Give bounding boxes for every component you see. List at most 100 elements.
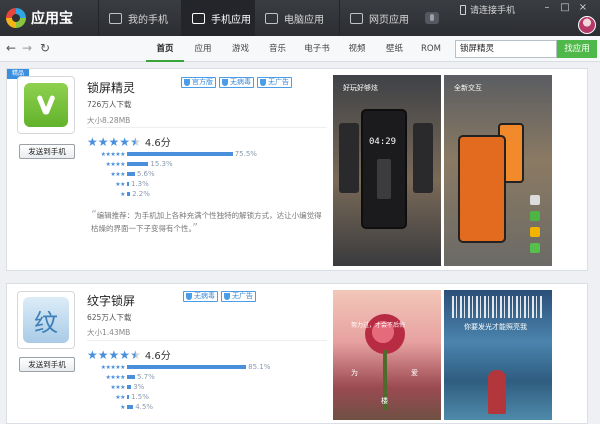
distribution-bar — [127, 405, 134, 409]
app-icon-frame[interactable]: 纹 — [17, 291, 75, 349]
tab-apps[interactable]: 应用 — [184, 36, 222, 62]
row-stars-icon: ★ — [120, 403, 125, 411]
app-logo[interactable]: 应用宝 — [6, 7, 73, 29]
screenshot-caption: 全新交互 — [454, 84, 482, 92]
star-icon: ★ — [108, 134, 120, 149]
editor-review: “编辑推荐：为手机加上各种充满个性独特的解锁方式，达让小编觉得枯燥的界面一下子变… — [91, 208, 322, 234]
distribution-bar — [127, 395, 130, 399]
star-icon: ★ — [119, 134, 131, 149]
tab-ebooks[interactable]: 电子书 — [296, 36, 338, 62]
search-input[interactable]: 锁屏精灵 — [455, 40, 557, 58]
tab-home[interactable]: 首页 — [146, 36, 184, 62]
app-size: 大小8.28MB — [87, 116, 131, 125]
phone-icon — [109, 12, 122, 24]
send-to-phone-button[interactable]: 发送到手机 — [19, 144, 75, 159]
send-to-phone-button[interactable]: 发送到手机 — [19, 357, 75, 372]
half-star-icon: ★ — [130, 134, 141, 149]
star-icon: ★ — [108, 347, 120, 362]
star-icon: ★ — [97, 134, 109, 149]
tab-rom[interactable]: ROM — [413, 36, 449, 62]
distribution-bar — [127, 192, 131, 196]
phone-image — [339, 123, 359, 193]
close-icon[interactable]: × — [576, 2, 590, 13]
maximize-icon[interactable]: □ — [558, 2, 572, 13]
share-icon — [530, 227, 540, 237]
barcode-graphic — [452, 296, 544, 318]
tab-label: 网页应用 — [369, 14, 409, 26]
row-stars-icon: ★★★ — [110, 170, 125, 178]
lock-word: 爱 — [411, 369, 418, 377]
distribution-row: ★★★★ 5.7% — [87, 372, 270, 382]
mic-icon[interactable] — [425, 12, 439, 24]
screenshot-caption: 好玩好够炫 — [343, 84, 378, 92]
row-stars-icon: ★★★★ — [105, 373, 125, 381]
minimize-icon[interactable]: – — [540, 2, 554, 13]
distribution-bar — [127, 182, 129, 186]
screenshot[interactable]: 你要发光才能照亮我 — [444, 290, 552, 420]
distribution-percent: 3% — [133, 383, 145, 391]
distribution-row: ★★★★★ 85.1% — [87, 362, 271, 372]
download-count: 726万人下载 — [87, 100, 132, 109]
shield-icon — [222, 79, 228, 86]
app-card: 纹 发送到手机 纹字锁屏 无病毒 无广告 625万人下载 大小1.43MB ★ ★… — [6, 283, 588, 424]
shield-icon — [186, 293, 192, 300]
distribution-row: ★★★ 5.6% — [87, 169, 257, 179]
shield-icon — [260, 79, 266, 86]
lock-word: 为 — [351, 369, 358, 377]
tab-music[interactable]: 音乐 — [259, 36, 296, 62]
app-name: 应用宝 — [31, 11, 73, 27]
distribution-percent: 4.5% — [135, 403, 154, 411]
badge-label: 无广告 — [232, 292, 253, 300]
connect-phone[interactable]: 请连接手机 — [460, 3, 515, 16]
tab-games[interactable]: 游戏 — [222, 36, 259, 62]
lock-graphic — [377, 159, 391, 199]
lock-screen-app-icon — [24, 83, 68, 127]
clock-text: 04:29 — [369, 137, 397, 147]
screenshot[interactable]: 努力过，才会不后悔 为 爱 楼 — [333, 290, 441, 420]
rating-stars: ★ ★ ★ ★ ★ 4.6分 — [87, 134, 171, 150]
rating-distribution: ★★★★★ 75.5% ★★★★ 15.3% ★★★ 5.6% ★★ 1.3% ★ 2.2% — [87, 149, 257, 199]
app-icon-frame[interactable] — [17, 76, 75, 134]
app-size: 大小1.43MB — [87, 328, 131, 337]
distribution-row: ★ 2.2% — [87, 189, 257, 199]
badge-group: 无病毒 无广告 — [183, 291, 256, 302]
distribution-percent: 1.5% — [131, 393, 149, 401]
distribution-percent: 5.7% — [136, 373, 155, 381]
monitor-icon — [265, 12, 278, 24]
app-title[interactable]: 锁屏精灵 — [87, 79, 135, 96]
shield-icon — [184, 79, 190, 86]
distribution-percent: 75.5% — [234, 150, 257, 158]
row-stars-icon: ★★ — [115, 180, 125, 188]
screenshot[interactable]: 全新交互 — [444, 75, 552, 266]
screenshot[interactable]: 好玩好够炫 04:29 — [333, 75, 441, 266]
refresh-icon[interactable]: ↻ — [40, 41, 50, 55]
search-button[interactable]: 找应用 — [557, 40, 597, 58]
star-icon: ★ — [87, 134, 98, 149]
rating-score: 4.6分 — [144, 351, 171, 362]
wechat-icon — [530, 243, 540, 253]
apps-icon — [192, 12, 205, 24]
app-title[interactable]: 纹字锁屏 — [87, 292, 135, 309]
badge-group: 官方版 无病毒 无广告 — [181, 77, 292, 88]
half-star-icon: ★ — [130, 347, 141, 362]
share-icon — [530, 195, 540, 205]
forward-icon[interactable]: → — [22, 41, 32, 55]
distribution-percent: 15.3% — [150, 160, 173, 168]
tab-wallpaper[interactable]: 壁纸 — [376, 36, 413, 62]
logo-icon — [6, 8, 26, 28]
back-icon[interactable]: ← — [6, 41, 16, 55]
top-bar: 应用宝 我的手机 手机应用 电脑应用 网页应用 请连接手机 – □ × — [0, 0, 600, 36]
tab-video[interactable]: 视频 — [338, 36, 376, 62]
tab-my-phone[interactable]: 我的手机 — [98, 0, 181, 36]
row-stars-icon: ★ — [120, 190, 125, 198]
distribution-percent: 5.6% — [136, 170, 155, 178]
tab-phone-apps[interactable]: 手机应用 — [181, 0, 254, 36]
tab-pc-apps[interactable]: 电脑应用 — [254, 0, 339, 36]
star-icon: ★ — [119, 347, 131, 362]
distribution-row: ★★★★ 15.3% — [87, 159, 257, 169]
web-icon — [350, 12, 363, 24]
rating-score: 4.6分 — [144, 138, 171, 149]
rating-stars: ★ ★ ★ ★ ★ 4.6分 — [87, 347, 171, 363]
avatar[interactable] — [578, 16, 596, 34]
category-tabs: 首页 应用 游戏 音乐 电子书 视频 壁纸 ROM — [146, 36, 449, 62]
